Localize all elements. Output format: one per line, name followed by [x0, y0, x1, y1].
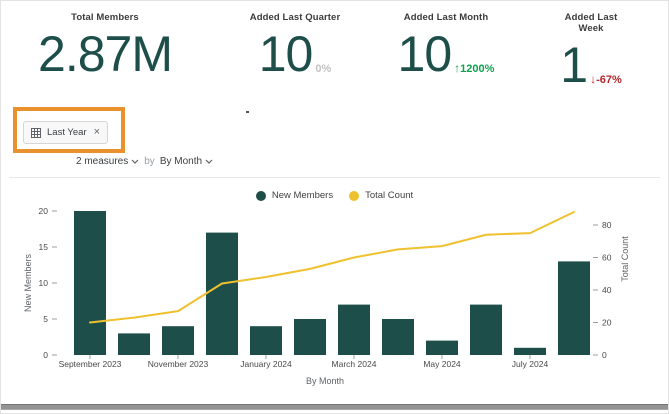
window-bottom-edge: [1, 404, 668, 410]
bar-October 2023[interactable]: [118, 333, 150, 355]
combo-chart[interactable]: 0 5 10 15 20 0 20 40 60 80 September 2023 November …: [1, 1, 669, 414]
svg-text:40: 40: [602, 285, 612, 295]
svg-text:November 2023: November 2023: [148, 359, 209, 369]
svg-text:0: 0: [43, 350, 48, 360]
bar-January 2024[interactable]: [250, 326, 282, 355]
bar-June 2024[interactable]: [470, 305, 502, 355]
svg-text:80: 80: [602, 220, 612, 230]
right-axis-title: Total Count: [620, 236, 630, 282]
bar-November 2023[interactable]: [162, 326, 194, 355]
svg-text:60: 60: [602, 253, 612, 263]
bar-April 2024[interactable]: [382, 319, 414, 355]
svg-text:July 2024: July 2024: [512, 359, 549, 369]
x-axis-title: By Month: [306, 376, 344, 386]
svg-text:20: 20: [39, 206, 49, 216]
svg-text:20: 20: [602, 318, 612, 328]
bar-March 2024[interactable]: [338, 305, 370, 355]
svg-text:May 2024: May 2024: [423, 359, 461, 369]
svg-text:0: 0: [602, 350, 607, 360]
left-axis-title: New Members: [23, 253, 33, 312]
svg-text:10: 10: [39, 278, 49, 288]
bar-August 2024[interactable]: [558, 261, 590, 355]
svg-text:September 2023: September 2023: [59, 359, 122, 369]
bar-September 2023[interactable]: [74, 211, 106, 355]
dashboard-page: Total Members 2.87M Added Last Quarter 1…: [0, 0, 669, 414]
bar-July 2024[interactable]: [514, 348, 546, 355]
svg-text:15: 15: [39, 242, 49, 252]
svg-text:January 2024: January 2024: [240, 359, 292, 369]
bar-December 2023[interactable]: [206, 233, 238, 355]
bar-February 2024[interactable]: [294, 319, 326, 355]
svg-text:March 2024: March 2024: [332, 359, 377, 369]
bar-May 2024[interactable]: [426, 341, 458, 355]
svg-text:5: 5: [43, 314, 48, 324]
